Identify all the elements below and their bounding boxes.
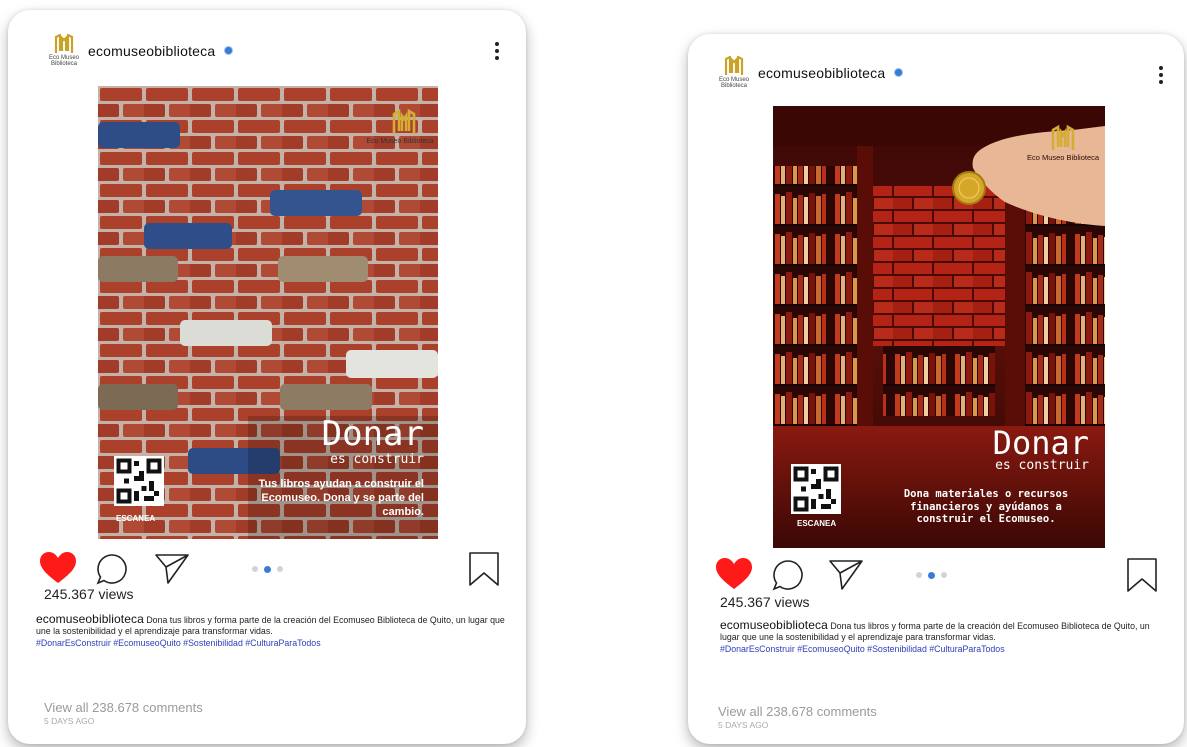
caption-username[interactable]: ecomuseobiblioteca — [36, 612, 144, 626]
bookmark-icon[interactable] — [468, 551, 500, 587]
caption: ecomuseobiblioteca Dona tus libros y for… — [720, 618, 1170, 655]
view-all-comments-link[interactable]: View all 238.678 comments — [718, 704, 877, 719]
comment-icon[interactable] — [96, 553, 128, 585]
verified-icon — [224, 46, 234, 55]
post-header: Eco Museo Biblioteca ecomuseobiblioteca — [48, 34, 234, 67]
carousel-indicator — [916, 571, 947, 579]
post-header: Eco Museo Biblioteca ecomuseobiblioteca — [718, 56, 904, 89]
post-card-2: Eco Museo Biblioteca ecomuseobiblioteca — [688, 34, 1184, 744]
username[interactable]: ecomuseobiblioteca — [88, 43, 215, 59]
send-icon[interactable] — [828, 559, 864, 591]
scan-label: ESCANEA — [116, 514, 156, 523]
comment-icon[interactable] — [772, 559, 804, 591]
ecomuseo-logo-icon — [724, 56, 744, 75]
ecomuseo-logo-icon — [54, 34, 74, 53]
heart-icon[interactable] — [40, 552, 76, 584]
poster-subtitle: es construir — [330, 452, 424, 467]
username[interactable]: ecomuseobiblioteca — [758, 65, 885, 81]
scan-label: ESCANEA — [797, 519, 837, 528]
qr-code — [114, 456, 164, 506]
bookmark-icon[interactable] — [1126, 557, 1158, 593]
more-options-icon[interactable] — [495, 42, 499, 60]
carousel-dot-active[interactable] — [928, 571, 935, 579]
poster-body: Tus libros ayudan a construir el Ecomuse… — [258, 478, 424, 518]
heart-icon[interactable] — [716, 558, 752, 590]
post-image[interactable]: Eco Museo Biblioteca Donar es construir … — [773, 106, 1105, 548]
more-options-icon[interactable] — [1159, 66, 1163, 84]
avatar-logo-text: Eco Museo Biblioteca — [48, 55, 79, 67]
caption: ecomuseobiblioteca Dona tus libros y for… — [36, 612, 506, 649]
poster-logo-text: Eco Museo Biblioteca — [1026, 153, 1100, 162]
action-bar — [716, 556, 1158, 596]
post-image[interactable]: Eco Museo Biblioteca Donar es construir … — [98, 86, 438, 539]
poster-title: Donar — [992, 424, 1089, 462]
profile-avatar[interactable]: Eco Museo Biblioteca — [718, 56, 750, 89]
hashtags[interactable]: #DonarEsConstruir #EcomuseoQuito #Sosten… — [720, 644, 1170, 655]
profile-avatar[interactable]: Eco Museo Biblioteca — [48, 34, 80, 67]
timestamp: 5 DAYS AGO — [718, 720, 769, 730]
view-count: 245.367 views — [720, 594, 810, 610]
carousel-dot[interactable] — [277, 566, 283, 572]
post-card-1: Eco Museo Biblioteca ecomuseobiblioteca — [8, 10, 526, 744]
carousel-dot-active[interactable] — [264, 565, 271, 573]
poster-logo-text: Eco Museo Biblioteca — [366, 138, 434, 145]
poster-subtitle: es construir — [995, 458, 1089, 473]
verified-icon — [894, 68, 904, 77]
action-bar — [40, 550, 500, 590]
avatar-logo-text: Eco Museo Biblioteca — [718, 77, 749, 89]
view-count: 245.367 views — [44, 586, 134, 602]
timestamp: 5 DAYS AGO — [44, 716, 95, 726]
qr-code — [791, 464, 841, 514]
poster-body: Dona materiales o recursos financieros y… — [903, 488, 1069, 525]
caption-username[interactable]: ecomuseobiblioteca — [720, 618, 828, 632]
hashtags[interactable]: #DonarEsConstruir #EcomuseoQuito #Sosten… — [36, 638, 506, 649]
carousel-dot[interactable] — [941, 572, 947, 578]
view-all-comments-link[interactable]: View all 238.678 comments — [44, 700, 203, 715]
send-icon[interactable] — [154, 553, 190, 585]
carousel-dot[interactable] — [252, 566, 258, 572]
carousel-dot[interactable] — [916, 572, 922, 578]
carousel-indicator — [252, 565, 283, 573]
poster-title: Donar — [321, 414, 424, 454]
